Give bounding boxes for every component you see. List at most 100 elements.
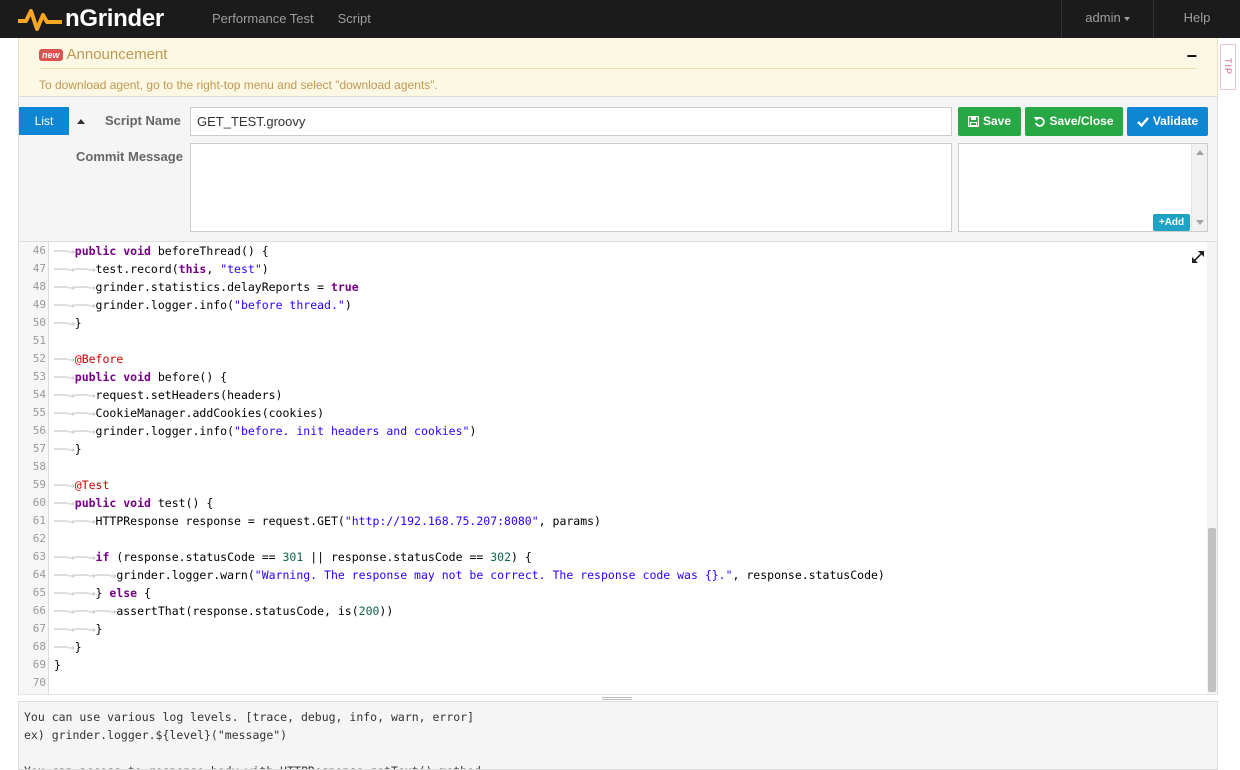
code-token: grinder.logger.warn( [116, 568, 255, 582]
announcement-text: To download agent, go to the right-top m… [39, 78, 438, 92]
editor-scrollbar[interactable] [1207, 242, 1217, 694]
code-line[interactable]: 63 ──→──→if (response.statusCode == 301 |… [19, 548, 1209, 566]
script-name-label: Script Name [105, 113, 181, 128]
line-number: 70 [32, 676, 46, 689]
scrollbar-thumb[interactable] [1208, 528, 1216, 692]
code-line[interactable]: 57 ──→} [19, 440, 1209, 458]
code-line[interactable]: 65 ──→──→} else { [19, 584, 1209, 602]
nav-performance-test[interactable]: Performance Test [200, 0, 326, 38]
code-text: ──→──→grinder.statistics.delayReports = … [54, 278, 359, 296]
code-line[interactable]: 50 ──→} [19, 314, 1209, 332]
code-line[interactable]: 69} [19, 656, 1209, 674]
code-line[interactable]: 55 ──→──→CookieManager.addCookies(cookies… [19, 404, 1209, 422]
code-token: } [54, 658, 61, 672]
code-line[interactable]: 56 ──→──→grinder.logger.info("before. ini… [19, 422, 1209, 440]
list-button[interactable]: List [19, 107, 69, 135]
save-button[interactable]: Save [958, 107, 1021, 136]
code-text: ──→} [54, 440, 82, 458]
tab-marker: ──→ [54, 244, 75, 258]
code-line[interactable]: 49 ──→──→grinder.logger.info("before thre… [19, 296, 1209, 314]
code-text: ──→public void beforeThread() { [54, 242, 269, 260]
line-number: 56 [32, 424, 46, 437]
pulse-logo-icon [18, 9, 62, 31]
save-close-button[interactable]: Save/Close [1025, 107, 1123, 136]
code-line[interactable]: 58 [19, 458, 1209, 476]
code-token: "before. init headers and cookies" [234, 424, 470, 438]
code-line[interactable]: 66 ──→──→──→assertThat(response.statusCod… [19, 602, 1209, 620]
tab-marker: ──→──→──→ [54, 604, 117, 618]
code-text: ──→──→──→assertThat(response.statusCode,… [54, 602, 393, 620]
caret-up-icon[interactable] [77, 119, 85, 124]
editor-resize-handle[interactable] [18, 694, 1218, 701]
script-name-input[interactable]: GET_TEST.groovy [190, 107, 952, 136]
code-token: 302 [490, 550, 511, 564]
scroll-down-icon[interactable] [1196, 220, 1204, 225]
add-label: Add [1164, 217, 1185, 228]
tab-marker: ──→──→ [54, 586, 96, 600]
code-text: ──→public void before() { [54, 368, 227, 386]
collapse-icon[interactable]: − [1186, 46, 1197, 67]
code-token: before() { [157, 370, 228, 384]
code-line[interactable]: 46 ──→public void beforeThread() { [19, 242, 1209, 260]
code-line[interactable]: 52 ──→@Before [19, 350, 1209, 368]
line-number: 57 [32, 442, 46, 455]
code-line[interactable]: 68 ──→} [19, 638, 1209, 656]
code-text: ──→──→grinder.logger.info("before. init … [54, 422, 476, 440]
code-text: ──→──→grinder.logger.info("before thread… [54, 296, 352, 314]
code-editor[interactable]: 46 ──→public void beforeThread() {47 ──→──… [18, 242, 1218, 694]
nav-right: admin Help [1061, 0, 1240, 38]
caret-down-icon [1123, 16, 1130, 21]
code-line[interactable]: 59 ──→@Test [19, 476, 1209, 494]
code-text: ──→public void test() { [54, 494, 213, 512]
code-token: true [330, 280, 359, 294]
line-number: 46 [32, 244, 46, 257]
brand-logo[interactable]: nGrinder [0, 0, 200, 38]
library-list[interactable]: +Add [958, 143, 1208, 232]
code-line[interactable]: 47 ──→──→test.record(this, "test") [19, 260, 1209, 278]
code-text: ──→@Before [54, 350, 123, 368]
tip-tab[interactable]: TIP [1220, 44, 1236, 90]
code-line[interactable]: 64 ──→──→──→grinder.logger.warn("Warning.… [19, 566, 1209, 584]
help-line: You can access to response body with HTT… [24, 762, 488, 769]
code-line[interactable]: 61 ──→──→HTTPResponse response = request.… [19, 512, 1209, 530]
code-line[interactable]: 60 ──→public void test() { [19, 494, 1209, 512]
line-number: 59 [32, 478, 46, 491]
code-text: ──→──→──→grinder.logger.warn("Warning. T… [54, 566, 885, 584]
code-line[interactable]: 48 ──→──→grinder.statistics.delayReports … [19, 278, 1209, 296]
code-line[interactable]: 53 ──→public void before() { [19, 368, 1209, 386]
add-library-button[interactable]: +Add [1153, 214, 1190, 231]
line-number: 51 [32, 334, 46, 347]
user-menu[interactable]: admin [1061, 0, 1153, 38]
code-token: test.record( [95, 262, 179, 276]
tab-marker: ──→──→ [54, 298, 96, 312]
help-menu[interactable]: Help [1153, 0, 1240, 38]
code-token: } [95, 586, 110, 600]
nav-script[interactable]: Script [326, 0, 383, 38]
code-line[interactable]: 70 [19, 674, 1209, 692]
undo-icon [1034, 116, 1046, 127]
code-text: ──→──→test.record(this, "test") [54, 260, 269, 278]
commit-message-input[interactable] [190, 143, 952, 232]
code-token: } [95, 622, 103, 636]
code-token: ) [344, 298, 352, 312]
code-line[interactable]: 54 ──→──→request.setHeaders(headers) [19, 386, 1209, 404]
top-navbar: nGrinder Performance Test Script admin H… [0, 0, 1240, 38]
code-token: "test" [220, 262, 262, 276]
code-line[interactable]: 67 ──→──→} [19, 620, 1209, 638]
scroll-up-icon[interactable] [1196, 150, 1204, 155]
tab-marker: ──→ [54, 496, 75, 510]
line-number: 61 [32, 514, 46, 527]
validate-button[interactable]: Validate [1127, 107, 1208, 136]
code-token: 200 [358, 604, 380, 618]
line-number: 54 [32, 388, 46, 401]
code-token: public void [74, 496, 158, 510]
library-scrollbar[interactable] [1191, 144, 1207, 231]
code-token: } [74, 442, 82, 456]
help-line: ex) grinder.logger.${level}("message") [24, 728, 288, 742]
code-line[interactable]: 62 [19, 530, 1209, 548]
code-token: (response.statusCode == [109, 550, 283, 564]
code-token: test() { [157, 496, 214, 510]
expand-icon[interactable] [1191, 250, 1205, 264]
code-line[interactable]: 51 [19, 332, 1209, 350]
code-token: ) [469, 424, 477, 438]
